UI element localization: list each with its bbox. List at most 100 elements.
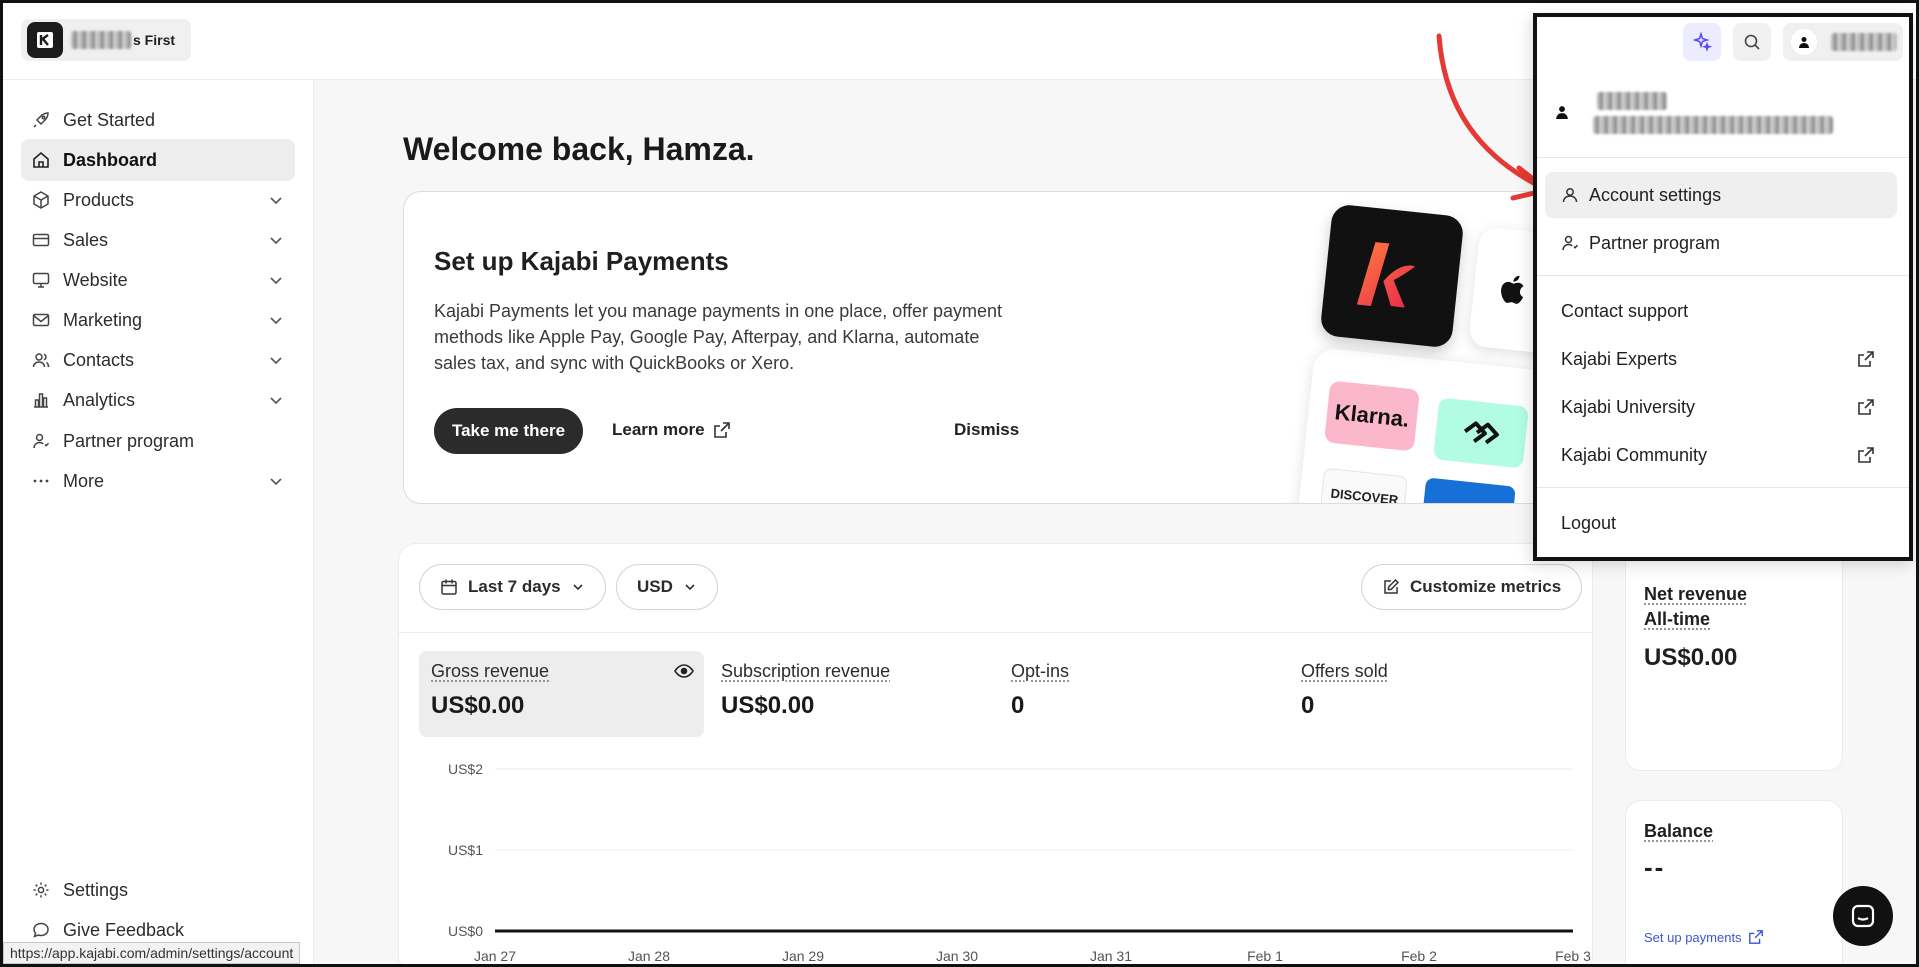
menu-item-label: Contact support [1561, 300, 1689, 321]
chat-launcher-button[interactable] [1833, 886, 1893, 946]
sidebar-item-marketing[interactable]: Marketing [21, 299, 295, 341]
y-tick-label: US$1 [448, 842, 483, 858]
metric-value: 0 [1301, 692, 1315, 719]
chevron-down-icon [270, 197, 282, 205]
chevron-down-icon [685, 584, 695, 591]
metric-label: Offers sold [1301, 661, 1388, 681]
take-me-there-button[interactable]: Take me there [434, 408, 583, 454]
sidebar-item-analytics[interactable]: Analytics [21, 379, 295, 421]
sidebar-item-label: Products [63, 189, 135, 210]
menu-item-kajabi-university[interactable]: Kajabi University [1545, 384, 1897, 430]
metric-gross-revenue[interactable]: Gross revenue US$0.00 [419, 651, 704, 737]
eye-icon[interactable] [674, 663, 694, 679]
ai-assistant-button[interactable] [1683, 23, 1721, 61]
afterpay-icon [1433, 397, 1529, 469]
payments-card-title: Set up Kajabi Payments [434, 246, 729, 276]
dots-icon [31, 471, 51, 491]
menu-item-contact-support[interactable]: Contact support [1545, 288, 1897, 334]
x-tick-label: Jan 28 [628, 948, 670, 964]
sidebar-item-dashboard[interactable]: Dashboard [21, 139, 295, 181]
external-link-icon [1858, 447, 1874, 463]
sidebar-item-label: Dashboard [63, 149, 158, 170]
link-status-bar: https://app.kajabi.com/admin/settings/ac… [3, 942, 301, 964]
sidebar-item-get-started[interactable]: Get Started [21, 99, 295, 141]
site-name-redacted [71, 31, 131, 49]
chart-icon [31, 390, 51, 410]
sidebar-item-website[interactable]: Website [21, 259, 295, 301]
sidebar-item-settings[interactable]: Settings [21, 869, 295, 911]
kajabi-k-logo-icon [1319, 203, 1465, 349]
sidebar-item-label: Partner program [63, 430, 195, 451]
divider [1537, 275, 1909, 276]
customize-metrics-button[interactable]: Customize metrics [1361, 564, 1583, 610]
home-icon [31, 150, 51, 170]
chat-icon [1851, 904, 1875, 928]
sidebar-item-sales[interactable]: Sales [21, 219, 295, 261]
box-icon [31, 190, 51, 210]
balance-value: -- [1644, 852, 1666, 882]
date-range-label: Last 7 days [468, 577, 561, 596]
revenue-chart: US$2 US$1 US$0 Jan 27 Jan 28 Jan 29 Jan 30 Jan … [448, 761, 1591, 964]
menu-item-partner-program[interactable]: Partner program [1545, 220, 1897, 266]
partner-icon [31, 431, 51, 451]
chat-bubble-icon [31, 920, 51, 940]
menu-item-account-settings[interactable]: Account settings [1545, 172, 1897, 218]
x-tick-label: Jan 30 [936, 948, 978, 964]
search-icon [1744, 34, 1760, 50]
balance-card: Balance -- Set up payments [1625, 800, 1843, 964]
external-link-icon [1858, 351, 1874, 367]
search-button[interactable] [1733, 23, 1771, 61]
date-range-select[interactable]: Last 7 days [419, 564, 606, 610]
menu-item-label: Partner program [1589, 232, 1721, 253]
customize-metrics-label: Customize metrics [1410, 577, 1562, 596]
metric-subscription-revenue[interactable]: Subscription revenue US$0.00 [709, 651, 994, 737]
metric-offers-sold[interactable]: Offers sold 0 [1289, 651, 1574, 737]
metric-label: Gross revenue [431, 661, 550, 681]
menu-item-kajabi-experts[interactable]: Kajabi Experts [1545, 336, 1897, 382]
users-icon [31, 350, 51, 370]
dismiss-button[interactable]: Dismiss [954, 420, 1019, 440]
sidebar-item-label: Marketing [63, 309, 143, 330]
learn-more-label: Learn more [612, 420, 705, 439]
site-name: s First [133, 32, 176, 48]
sidebar-item-label: More [63, 470, 105, 491]
sidebar: Get Started Dashboard Products Sales Web… [3, 80, 314, 964]
external-link-icon [713, 422, 730, 438]
sidebar-item-label: Website [63, 269, 128, 290]
payments-card-description: Kajabi Payments let you manage payments … [434, 301, 1003, 373]
metric-label: Subscription revenue [721, 661, 891, 681]
x-tick-label: Jan 27 [474, 948, 516, 964]
sidebar-item-more[interactable]: More [21, 460, 295, 502]
chevron-down-icon [573, 584, 583, 591]
menu-item-kajabi-community[interactable]: Kajabi Community [1545, 432, 1897, 478]
sidebar-item-label: Give Feedback [63, 919, 185, 940]
metric-opt-ins[interactable]: Opt-ins 0 [999, 651, 1284, 737]
sidebar-item-label: Sales [63, 229, 109, 250]
kajabi-logo-icon [27, 22, 63, 58]
currency-label: USD [637, 577, 673, 596]
user-email-redacted [1593, 116, 1833, 134]
chevron-down-icon [270, 478, 282, 486]
sidebar-item-contacts[interactable]: Contacts [21, 339, 295, 381]
divider [399, 632, 1592, 633]
user-name-redacted [1597, 92, 1667, 110]
menu-item-label: Account settings [1589, 184, 1722, 205]
account-menu: Account settings Partner program Contact… [1533, 13, 1913, 561]
currency-select[interactable]: USD [616, 564, 718, 610]
sidebar-item-partner-program[interactable]: Partner program [21, 420, 295, 462]
net-revenue-card: Net revenue All-time US$0.00 [1625, 543, 1843, 771]
account-menu-trigger[interactable] [1783, 23, 1903, 61]
metric-value: 0 [1011, 692, 1025, 719]
klarna-badge: Klarna. [1324, 380, 1420, 452]
set-up-payments-link[interactable]: Set up payments [1644, 929, 1764, 945]
sidebar-item-label: Settings [63, 879, 129, 900]
user-icon [1562, 188, 1578, 203]
divider [1537, 487, 1909, 488]
sparkle-icon [1692, 32, 1712, 52]
learn-more-link[interactable]: Learn more [612, 420, 731, 440]
menu-item-logout[interactable]: Logout [1545, 500, 1897, 546]
net-revenue-label: Net revenue [1644, 584, 1748, 604]
payments-setup-card: Set up Kajabi Payments Kajabi Payments l… [403, 191, 1553, 504]
site-switcher[interactable]: s First [21, 19, 191, 61]
sidebar-item-products[interactable]: Products [21, 179, 295, 221]
